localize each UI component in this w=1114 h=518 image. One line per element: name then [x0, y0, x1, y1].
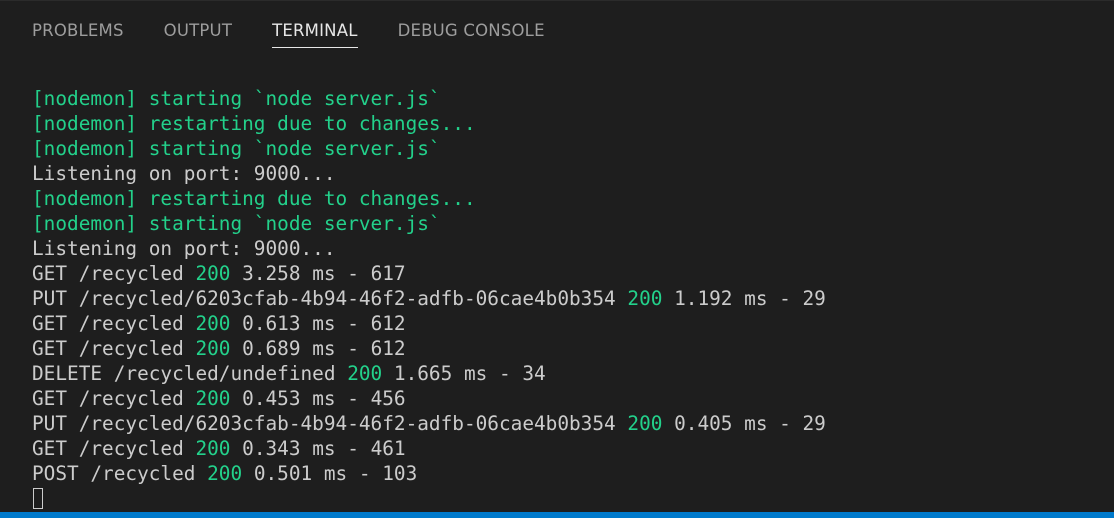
- terminal-text: Listening on port: 9000...: [32, 162, 336, 185]
- status-bar: [0, 512, 1114, 518]
- terminal-text: POST /recycled: [32, 462, 208, 485]
- terminal-line: Listening on port: 9000...: [32, 161, 1094, 186]
- terminal-text: PUT /recycled/6203cfab-4b94-46f2-adfb-06…: [32, 412, 628, 435]
- terminal-line: PUT /recycled/6203cfab-4b94-46f2-adfb-06…: [32, 411, 1094, 436]
- tab-debug-console[interactable]: DEBUG CONSOLE: [398, 19, 545, 47]
- tab-output[interactable]: OUTPUT: [164, 19, 232, 47]
- terminal-text: 1.192 ms - 29: [662, 287, 826, 310]
- terminal-cursor: [33, 488, 43, 509]
- terminal-line: DELETE /recycled/undefined 200 1.665 ms …: [32, 361, 1094, 386]
- terminal-line: [nodemon] starting `node server.js`: [32, 136, 1094, 161]
- terminal-text-green: 200: [347, 362, 383, 385]
- terminal-text-green: 200: [195, 337, 231, 360]
- terminal-text: 0.453 ms - 456: [230, 387, 406, 410]
- terminal-line: [nodemon] starting `node server.js`: [32, 211, 1094, 236]
- terminal-text: Listening on port: 9000...: [32, 237, 336, 260]
- terminal-line: GET /recycled 200 0.453 ms - 456: [32, 386, 1094, 411]
- bottom-panel: PROBLEMS OUTPUT TERMINAL DEBUG CONSOLE […: [0, 0, 1114, 518]
- terminal-text-green: 200: [627, 287, 663, 310]
- terminal-prompt-line[interactable]: [32, 486, 1094, 511]
- terminal-text-green: [nodemon] starting `node server.js`: [32, 137, 441, 160]
- terminal-text-green: 200: [195, 437, 231, 460]
- terminal-line: Listening on port: 9000...: [32, 236, 1094, 261]
- terminal-text: 0.405 ms - 29: [662, 412, 826, 435]
- terminal-line: GET /recycled 200 0.689 ms - 612: [32, 336, 1094, 361]
- terminal-text-green: [nodemon] starting `node server.js`: [32, 87, 441, 110]
- terminal-text: 0.501 ms - 103: [242, 462, 418, 485]
- panel-tabs: PROBLEMS OUTPUT TERMINAL DEBUG CONSOLE: [32, 19, 585, 49]
- terminal-text-green: 200: [195, 387, 231, 410]
- terminal-text-green: 200: [627, 412, 663, 435]
- terminal-line: [nodemon] restarting due to changes...: [32, 111, 1094, 136]
- terminal-text: 3.258 ms - 617: [230, 262, 406, 285]
- terminal-line: [nodemon] starting `node server.js`: [32, 86, 1094, 111]
- terminal-text-green: [nodemon] restarting due to changes...: [32, 112, 476, 135]
- terminal-text: GET /recycled: [32, 337, 196, 360]
- terminal-text-green: 200: [195, 262, 231, 285]
- terminal-text-green: 200: [207, 462, 243, 485]
- tab-terminal[interactable]: TERMINAL: [272, 19, 358, 48]
- terminal-output[interactable]: [nodemon] starting `node server.js` [node…: [32, 86, 1094, 511]
- terminal-line: GET /recycled 200 3.258 ms - 617: [32, 261, 1094, 286]
- terminal-line: POST /recycled 200 0.501 ms - 103: [32, 461, 1094, 486]
- terminal-text: PUT /recycled/6203cfab-4b94-46f2-adfb-06…: [32, 287, 628, 310]
- terminal-text: GET /recycled: [32, 437, 196, 460]
- terminal-line: [nodemon] restarting due to changes...: [32, 186, 1094, 211]
- terminal-line: PUT /recycled/6203cfab-4b94-46f2-adfb-06…: [32, 286, 1094, 311]
- terminal-text: 0.343 ms - 461: [230, 437, 406, 460]
- terminal-text: 0.613 ms - 612: [230, 312, 406, 335]
- terminal-text: GET /recycled: [32, 262, 196, 285]
- terminal-text: GET /recycled: [32, 312, 196, 335]
- tab-problems[interactable]: PROBLEMS: [32, 19, 124, 47]
- terminal-text: 0.689 ms - 612: [230, 337, 406, 360]
- terminal-text: 1.665 ms - 34: [382, 362, 546, 385]
- terminal-line: GET /recycled 200 0.613 ms - 612: [32, 311, 1094, 336]
- terminal-text: DELETE /recycled/undefined: [32, 362, 348, 385]
- terminal-text-green: 200: [195, 312, 231, 335]
- terminal-text: GET /recycled: [32, 387, 196, 410]
- terminal-text-green: [nodemon] starting `node server.js`: [32, 212, 441, 235]
- terminal-text-green: [nodemon] restarting due to changes...: [32, 187, 476, 210]
- terminal-line: GET /recycled 200 0.343 ms - 461: [32, 436, 1094, 461]
